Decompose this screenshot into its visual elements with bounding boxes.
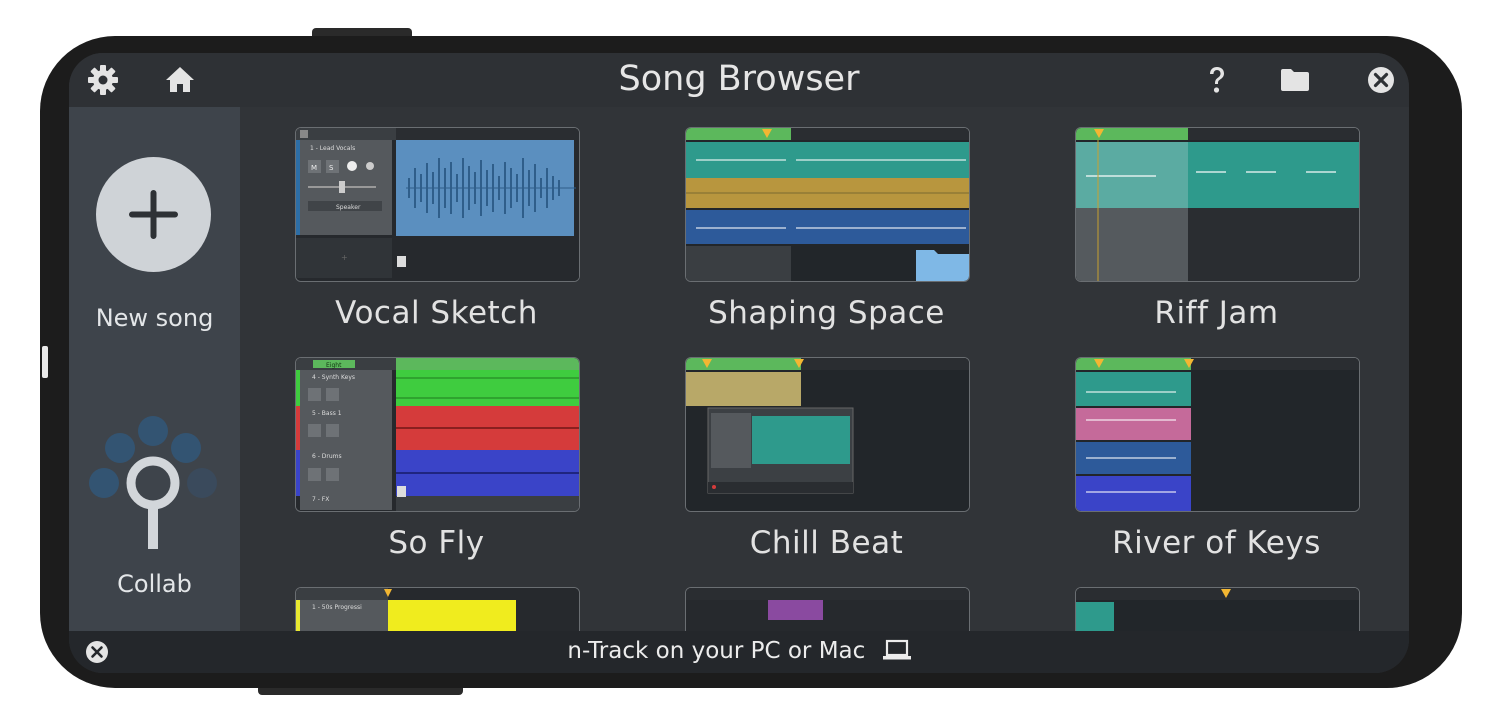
song-card[interactable]: Chill Beat bbox=[685, 357, 970, 567]
song-title[interactable]: So Fly bbox=[295, 525, 578, 561]
close-circle-icon[interactable] bbox=[1364, 63, 1398, 97]
svg-text:+: + bbox=[341, 253, 348, 262]
svg-text:S: S bbox=[329, 164, 334, 172]
collab-label[interactable]: Collab bbox=[69, 570, 240, 598]
svg-text:Speaker: Speaker bbox=[336, 204, 361, 211]
svg-text:1 - 50s Progressi: 1 - 50s Progressi bbox=[312, 604, 362, 611]
song-thumbnail[interactable] bbox=[685, 587, 970, 631]
song-card[interactable] bbox=[1075, 587, 1360, 631]
svg-text:M: M bbox=[311, 164, 317, 172]
song-card[interactable] bbox=[685, 587, 970, 631]
song-title[interactable]: Shaping Space bbox=[685, 295, 968, 331]
collab-icon[interactable] bbox=[85, 411, 225, 551]
new-song-label[interactable]: New song bbox=[69, 304, 240, 332]
song-title[interactable]: Vocal Sketch bbox=[295, 295, 578, 331]
laptop-icon bbox=[882, 639, 911, 660]
song-card[interactable]: Eight 4 - Synth Keys 5 - Bass 1 6 - Drum… bbox=[295, 357, 580, 567]
promo-bar[interactable]: n-Track on your PC or Mac bbox=[69, 631, 1409, 673]
song-card[interactable]: Shaping Space bbox=[685, 127, 970, 337]
sidebar: New song Collab bbox=[69, 107, 240, 631]
folder-icon[interactable] bbox=[1278, 63, 1312, 97]
svg-text:Eight: Eight bbox=[326, 362, 342, 369]
svg-text:5 - Bass 1: 5 - Bass 1 bbox=[312, 410, 342, 417]
song-thumbnail[interactable]: Eight 4 - Synth Keys 5 - Bass 1 6 - Drum… bbox=[295, 357, 580, 512]
top-bar: Song Browser bbox=[69, 53, 1409, 107]
gear-icon[interactable] bbox=[86, 63, 120, 97]
song-thumbnail[interactable]: 1 - Lead Vocals M S Speaker + bbox=[295, 127, 580, 282]
song-thumbnail[interactable] bbox=[685, 127, 970, 282]
home-icon[interactable] bbox=[163, 63, 197, 97]
song-card[interactable]: Riff Jam bbox=[1075, 127, 1360, 337]
song-card[interactable]: 1 - 50s Progressi bbox=[295, 587, 580, 631]
song-title[interactable]: Riff Jam bbox=[1075, 295, 1358, 331]
svg-text:4 - Synth Keys: 4 - Synth Keys bbox=[312, 374, 355, 381]
song-thumbnail[interactable]: 1 - 50s Progressi bbox=[295, 587, 580, 631]
song-title[interactable]: Chill Beat bbox=[685, 525, 968, 561]
svg-text:6 - Drums: 6 - Drums bbox=[312, 453, 342, 460]
side-button bbox=[42, 346, 48, 378]
song-thumbnail[interactable] bbox=[1075, 357, 1360, 512]
song-card[interactable]: River of Keys bbox=[1075, 357, 1360, 567]
song-browser-screen: Song Browser New song Collab 1 - Lead Vo… bbox=[69, 53, 1409, 673]
folder-icon bbox=[916, 250, 969, 281]
song-grid: 1 - Lead Vocals M S Speaker + Vocal Sket… bbox=[240, 107, 1409, 631]
song-thumbnail[interactable] bbox=[1075, 587, 1360, 631]
promo-text[interactable]: n-Track on your PC or Mac bbox=[69, 638, 1409, 664]
track-name: 1 - Lead Vocals bbox=[310, 145, 355, 152]
plus-icon bbox=[129, 190, 178, 239]
svg-text:7 - FX: 7 - FX bbox=[312, 496, 329, 503]
song-card[interactable]: 1 - Lead Vocals M S Speaker + Vocal Sket… bbox=[295, 127, 580, 337]
song-title[interactable]: River of Keys bbox=[1075, 525, 1358, 561]
new-song-button[interactable] bbox=[96, 157, 211, 272]
song-thumbnail[interactable] bbox=[1075, 127, 1360, 282]
song-thumbnail[interactable] bbox=[685, 357, 970, 512]
question-icon[interactable] bbox=[1200, 63, 1234, 97]
